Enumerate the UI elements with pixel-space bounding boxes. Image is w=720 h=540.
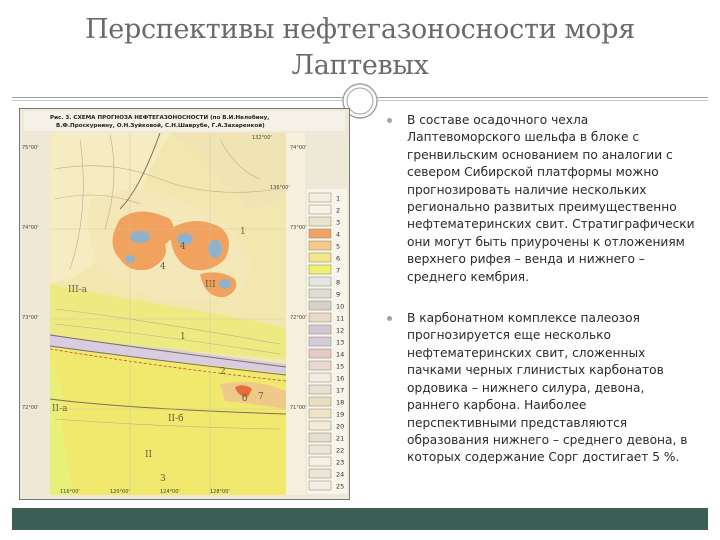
zone-label-6: б [242, 393, 247, 404]
legend-swatch [308, 456, 332, 467]
legend-number: 23 [336, 459, 344, 467]
legend-number: 10 [336, 303, 344, 311]
zone-label-1a: 1 [240, 227, 246, 237]
bullet-dot-icon [387, 118, 392, 123]
legend-swatch [308, 324, 332, 335]
legend-swatch [308, 468, 332, 479]
legend-number: 24 [336, 471, 344, 479]
legend-swatch [308, 348, 332, 359]
bullet-text: В составе осадочного чехла Лаптевоморско… [407, 113, 695, 284]
coordinate-label: 74°00' [22, 225, 39, 231]
zone-label-III: III [205, 280, 216, 290]
legend-number: 16 [336, 375, 344, 383]
zone-label-1b: 1 [180, 332, 186, 342]
coordinate-label: 124°00' [160, 489, 180, 495]
legend-swatch [308, 312, 332, 323]
title-area: Перспективы нефтегазоносности моря Лапте… [12, 8, 708, 92]
slide-title: Перспективы нефтегазоносности моря Лапте… [12, 8, 708, 84]
zone-label-7: 7 [258, 392, 264, 402]
map-body: III-а III II-а II-б II 3 4 4 1 2 7 б 1 [49, 132, 287, 495]
legend-swatch [308, 300, 332, 311]
legend-number: 14 [336, 351, 344, 359]
coordinate-label: 73°00' [290, 225, 307, 231]
legend-number: 21 [336, 435, 344, 443]
legend-number: 1 [336, 195, 340, 203]
oil-gas-forecast-map: Рис. 3. СХЕМА ПРОГНОЗА НЕФТЕГАЗОНОСНОСТИ… [19, 108, 350, 500]
legend-number: 20 [336, 423, 344, 431]
legend-number: 2 [336, 207, 340, 215]
legend-swatch [308, 192, 332, 203]
legend-number: 15 [336, 363, 344, 371]
legend-swatch [308, 444, 332, 455]
zone-label-II: II [145, 450, 153, 460]
legend-swatch [308, 276, 332, 287]
zone-label-IIIa: III-а [68, 285, 88, 295]
legend-swatch [308, 420, 332, 431]
legend-number: 13 [336, 339, 344, 347]
coordinate-label: 116°00' [60, 489, 80, 495]
zone-label-2: 2 [220, 367, 226, 377]
legend-number: 12 [336, 327, 344, 335]
coordinate-label: 75°00' [22, 145, 39, 151]
coordinate-label: 132°00' [252, 135, 272, 141]
legend-number: 3 [336, 219, 340, 227]
legend-number: 6 [336, 255, 340, 263]
slide-title-line-1: Перспективы нефтегазоносности моря [85, 14, 635, 45]
legend-number: 4 [336, 231, 340, 239]
legend-swatch [308, 480, 332, 491]
legend-number: 19 [336, 411, 344, 419]
legend-number: 7 [336, 267, 340, 275]
bullet-text: В карбонатном комплексе палеозоя прогноз… [407, 311, 688, 465]
bullet-item: В карбонатном комплексе палеозоя прогноз… [385, 310, 695, 467]
bullet-dot-icon [387, 316, 392, 322]
bullet-item: В составе осадочного чехла Лаптевоморско… [385, 112, 695, 286]
bullet-list: В составе осадочного чехла Лаптевоморско… [385, 112, 695, 491]
legend-number: 25 [336, 483, 344, 491]
map-legend: 1234567891011121314151617181920212223242… [307, 189, 347, 494]
legend-number: 18 [336, 399, 344, 407]
zone-label-3: 3 [160, 474, 166, 484]
map-caption-line-1: Рис. 3. СХЕМА ПРОГНОЗА НЕФТЕГАЗОНОСНОСТИ… [50, 114, 269, 121]
legend-swatch [308, 408, 332, 419]
coordinate-label: 73°00' [22, 315, 39, 321]
legend-swatch [308, 240, 332, 251]
legend-swatch [308, 336, 332, 347]
map-svg: Рис. 3. СХЕМА ПРОГНОЗА НЕФТЕГАЗОНОСНОСТИ… [20, 109, 349, 499]
legend-number: 5 [336, 243, 340, 251]
footer-bar [12, 508, 708, 530]
legend-number: 11 [336, 315, 344, 323]
legend-swatch [308, 264, 332, 275]
zone-label-IIb: II-б [168, 413, 184, 424]
slide: Перспективы нефтегазоносности моря Лапте… [0, 0, 720, 540]
legend-swatch [308, 228, 332, 239]
coordinate-label: 72°00' [290, 315, 307, 321]
legend-swatch [308, 384, 332, 395]
slide-title-line-2: Лаптевых [291, 50, 429, 81]
legend-swatch [308, 360, 332, 371]
legend-swatch [308, 432, 332, 443]
legend-number: 9 [336, 291, 340, 299]
zone-label-4b: 4 [160, 262, 166, 272]
legend-number: 17 [336, 387, 344, 395]
legend-swatch [308, 372, 332, 383]
legend-number: 22 [336, 447, 344, 455]
coordinate-label: 74°00' [290, 145, 307, 151]
coordinate-label: 72°00' [22, 405, 39, 411]
zone-label-4a: 4 [180, 242, 186, 252]
legend-swatch [308, 252, 332, 263]
coordinate-label: 71°00' [290, 405, 307, 411]
legend-number: 8 [336, 279, 340, 287]
map-caption-line-2: В.Ф.Проскурнину, О.Н.Зуйковой, С.Н.Шавру… [56, 122, 265, 129]
legend-swatch [308, 288, 332, 299]
coordinate-label: 120°00' [110, 489, 130, 495]
coordinate-label: 128°00' [210, 489, 230, 495]
legend-swatch [308, 204, 332, 215]
legend-swatch [308, 216, 332, 227]
legend-swatch [308, 396, 332, 407]
coordinate-label: 136°00' [270, 185, 290, 191]
